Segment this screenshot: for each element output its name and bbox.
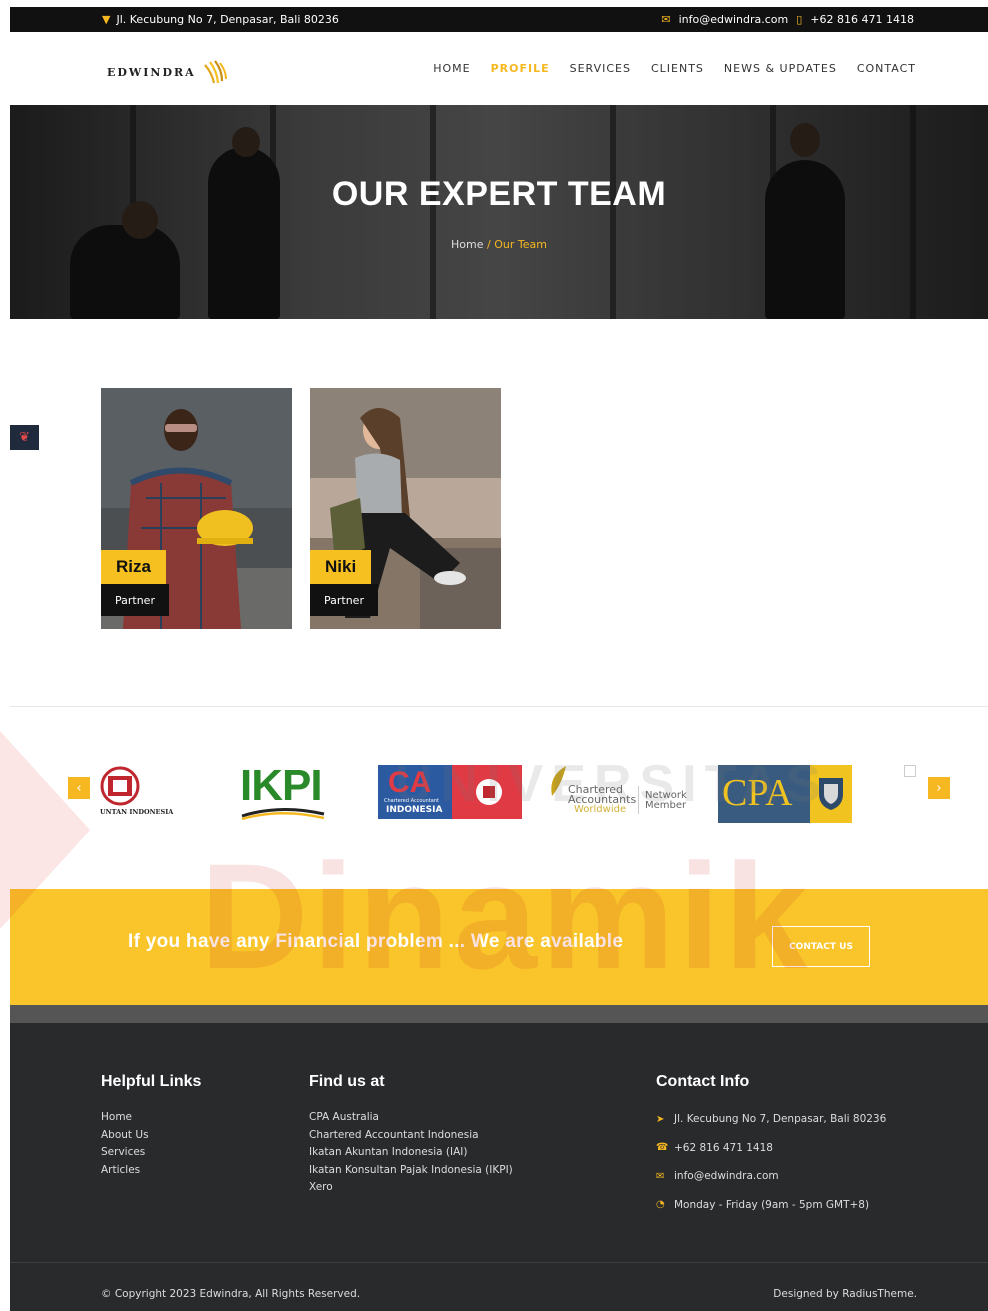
footer-link-about[interactable]: About Us (101, 1127, 201, 1145)
footer-link-home[interactable]: Home (101, 1109, 201, 1127)
site-logo[interactable]: EDWINDRA (107, 59, 228, 85)
footer-contact-address: ➤ Jl. Kecubung No 7, Denpasar, Bali 8023… (656, 1105, 886, 1134)
ikpi-swoosh-icon (241, 808, 325, 820)
footer-contact-hours: ◔ Monday - Friday (9am - 5pm GMT+8) (656, 1191, 886, 1220)
partner-logo-ikpi[interactable]: IKPI (240, 764, 326, 822)
main-nav: HOME PROFILE SERVICES CLIENTS NEWS & UPD… (433, 62, 916, 75)
nav-services[interactable]: SERVICES (570, 62, 631, 75)
footer-contact-info: Contact Info ➤ Jl. Kecubung No 7, Denpas… (656, 1073, 886, 1219)
footer-link-services[interactable]: Services (101, 1144, 201, 1162)
chevron-left-icon: ‹ (76, 780, 82, 796)
cta-banner: If you have any Financial problem ... We… (10, 889, 988, 1005)
footer-separator (10, 1262, 988, 1263)
footer-link-ca-indonesia[interactable]: Chartered Accountant Indonesia (309, 1127, 513, 1145)
widget-icon: ❦ (19, 430, 30, 445)
phone-icon: ☎ (656, 1142, 669, 1154)
footer-link-cpa-australia[interactable]: CPA Australia (309, 1109, 513, 1127)
logo-wheat-icon (203, 60, 227, 84)
clock-icon: ◔ (656, 1199, 665, 1211)
envelope-icon: ✉ (661, 13, 671, 26)
nav-news-updates[interactable]: NEWS & UPDATES (724, 62, 837, 75)
partner-logo-cpa[interactable]: CPA (718, 765, 852, 823)
nav-home[interactable]: HOME (433, 62, 470, 75)
caw-line-3: Worldwide (574, 804, 627, 815)
paper-plane-icon: ➤ (656, 1113, 665, 1125)
footer-contact-phone: ☎ +62 816 471 1418 (656, 1134, 886, 1163)
footer-copyright: © Copyright 2023 Edwindra, All Rights Re… (101, 1288, 361, 1300)
top-email[interactable]: info@edwindra.com (679, 13, 789, 26)
partner-logo-caw[interactable]: Chartered Accountants Worldwide Network … (548, 766, 690, 816)
footer-address-text: Jl. Kecubung No 7, Denpasar, Bali 80236 (674, 1113, 887, 1126)
breadcrumb: Home / Our Team (10, 238, 988, 251)
footer-find-us: Find us at CPA Australia Chartered Accou… (309, 1073, 513, 1197)
partner-logo-iai[interactable]: UNTAN INDONESIA (100, 764, 174, 824)
top-address: ▼ Jl. Kecubung No 7, Denpasar, Bali 8023… (102, 13, 339, 26)
nav-profile[interactable]: PROFILE (491, 62, 550, 75)
broken-image-icon (904, 765, 916, 777)
top-bar: ▼ Jl. Kecubung No 7, Denpasar, Bali 8023… (10, 7, 988, 32)
site-header: EDWINDRA HOME PROFILE SERVICES CLIENTS N… (10, 32, 988, 105)
footer-top-strip (10, 1005, 988, 1023)
cta-text: If you have any Financial problem ... We… (128, 931, 624, 952)
footer-hours-text: Monday - Friday (9am - 5pm GMT+8) (674, 1198, 870, 1211)
logo-text: EDWINDRA (107, 65, 196, 79)
footer-designed-by[interactable]: Designed by RadiusTheme. (773, 1288, 917, 1300)
footer-link-iai[interactable]: Ikatan Akuntan Indonesia (IAI) (309, 1144, 513, 1162)
crest-icon (819, 778, 843, 810)
caw-network-2: Member (645, 800, 687, 811)
footer-email-text[interactable]: info@edwindra.com (674, 1170, 779, 1182)
team-member-name: Riza (101, 550, 166, 584)
footer-helpful-title: Helpful Links (101, 1073, 202, 1090)
map-pin-icon: ▼ (102, 13, 111, 26)
carousel-prev-button[interactable]: ‹ (68, 777, 90, 799)
top-address-text: Jl. Kecubung No 7, Denpasar, Bali 80236 (116, 13, 339, 26)
team-member-role: Partner (310, 584, 378, 616)
partner-logo-ca[interactable]: CA Chartered Accountant INDONESIA (378, 765, 522, 819)
footer-find-title: Find us at (309, 1073, 385, 1090)
footer-contact-title: Contact Info (656, 1073, 750, 1090)
iai-emblem-icon (476, 779, 502, 805)
ikpi-logo-text: IKPI (240, 761, 323, 810)
chevron-right-icon: › (936, 780, 942, 796)
carousel-next-button[interactable]: › (928, 777, 950, 799)
floating-widget-button[interactable]: ❦ (10, 425, 39, 450)
caw-separator (638, 786, 639, 814)
breadcrumb-home[interactable]: Home (451, 238, 483, 251)
footer-link-xero[interactable]: Xero (309, 1179, 513, 1197)
footer-contact-email: ✉ info@edwindra.com (656, 1162, 886, 1191)
footer-helpful-links: Helpful Links Home About Us Services Art… (101, 1073, 201, 1179)
footer-phone-text[interactable]: +62 816 471 1418 (674, 1142, 773, 1154)
team-card[interactable]: Riza Partner (101, 388, 292, 629)
site-footer: Helpful Links Home About Us Services Art… (10, 1023, 988, 1311)
page-hero: OUR EXPERT TEAM Home / Our Team (10, 105, 988, 319)
breadcrumb-separator: / (487, 238, 491, 251)
caw-leaf-icon (551, 766, 566, 796)
contact-us-button[interactable]: CONTACT US (772, 926, 870, 967)
breadcrumb-current: Our Team (494, 238, 547, 251)
phone-icon: ▯ (796, 13, 803, 26)
footer-link-ikpi[interactable]: Ikatan Konsultan Pajak Indonesia (IKPI) (309, 1162, 513, 1180)
page-title: OUR EXPERT TEAM (331, 175, 667, 213)
team-member-role: Partner (101, 584, 169, 616)
top-contact: ✉ info@edwindra.com ▯ +62 816 471 1418 (661, 13, 914, 26)
top-phone[interactable]: +62 816 471 1418 (810, 13, 914, 26)
ca-logo-text: CA (388, 766, 432, 799)
nav-contact[interactable]: CONTACT (857, 62, 916, 75)
nav-clients[interactable]: CLIENTS (651, 62, 704, 75)
cpa-logo-text: CPA (722, 772, 793, 814)
ca-logo-caption: INDONESIA (386, 805, 443, 815)
team-member-name: Niki (310, 550, 372, 584)
section-divider (10, 706, 988, 707)
iai-logo-caption: UNTAN INDONESIA (100, 808, 174, 816)
footer-link-articles[interactable]: Articles (101, 1162, 201, 1180)
team-card[interactable]: Niki Partner (310, 388, 501, 629)
ca-logo-subtitle: Chartered Accountant (384, 798, 439, 804)
envelope-icon: ✉ (656, 1170, 665, 1182)
